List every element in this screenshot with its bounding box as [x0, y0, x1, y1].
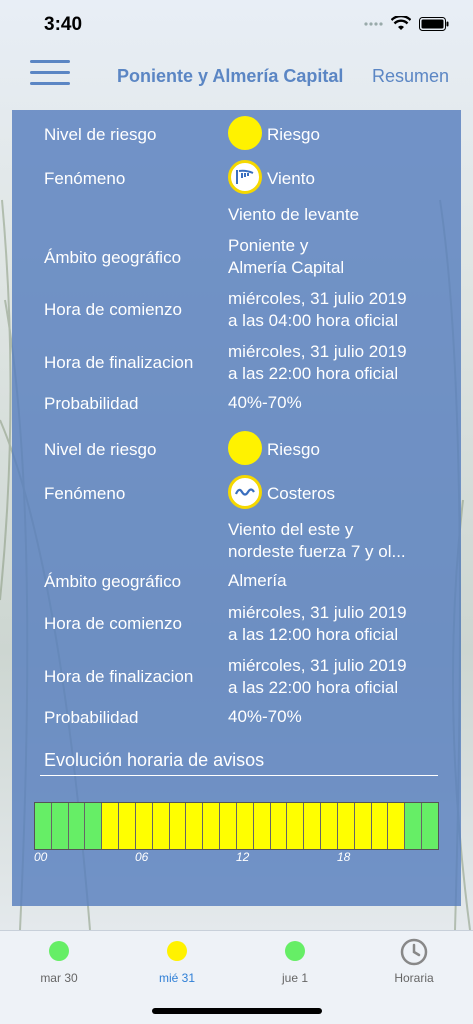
risk-dot-icon	[228, 116, 262, 150]
battery-icon	[419, 17, 449, 31]
wifi-icon	[391, 16, 411, 30]
end-value: miércoles, 31 julio 2019 a las 22:00 hor…	[228, 342, 407, 383]
tab-horaria[interactable]: Horaria	[355, 931, 473, 991]
hour-cell-22	[405, 803, 423, 849]
hour-cell-21	[388, 803, 406, 849]
hour-cell-7	[152, 803, 170, 849]
end-label: Hora de finalizacion	[44, 353, 194, 372]
end-value: miércoles, 31 julio 2019 a las 22:00 hor…	[228, 656, 407, 697]
hour-cell-1	[51, 803, 69, 849]
tab-jue-1[interactable]: jue 1	[236, 931, 354, 991]
risk-level-label: Nivel de riesgo	[44, 440, 157, 459]
status-bar: 3:40	[0, 0, 473, 50]
hour-cell-9	[186, 803, 204, 849]
hour-cell-11	[220, 803, 237, 849]
hour-cell-17	[321, 803, 338, 849]
page-title: Poniente y Almería Capital	[117, 66, 344, 86]
hour-cell-23	[422, 803, 438, 849]
start-label: Hora de comienzo	[44, 300, 182, 319]
tick-label: 18	[337, 850, 351, 864]
hour-cell-19	[354, 803, 372, 849]
probability-value: 40%-70%	[228, 707, 302, 726]
waves-icon	[228, 475, 262, 509]
risk-level-value: Riesgo	[267, 440, 320, 459]
start-value: miércoles, 31 julio 2019 a las 04:00 hor…	[228, 289, 407, 330]
tab-label: mar 30	[40, 971, 78, 985]
resumen-button[interactable]: Resumen	[372, 66, 449, 87]
risk-level-label: Nivel de riesgo	[44, 125, 157, 144]
phenomenon-label: Fenómeno	[44, 484, 126, 503]
hour-cell-12	[236, 803, 254, 849]
clock-icon	[400, 938, 428, 966]
probability-value: 40%-70%	[228, 393, 302, 412]
hour-cell-6	[135, 803, 153, 849]
phenomenon-value: Viento	[267, 169, 315, 188]
hour-cell-13	[253, 803, 271, 849]
probability-label: Probabilidad	[44, 708, 139, 727]
area-label: Ámbito geográfico	[44, 248, 182, 267]
tick-label: 12	[236, 850, 250, 864]
hour-cell-16	[304, 803, 322, 849]
hour-cell-15	[287, 803, 305, 849]
area-value: Almería	[228, 571, 287, 590]
phenomenon-value: Costeros	[267, 484, 336, 503]
hour-cell-3	[85, 803, 103, 849]
warnings-panel: Nivel de riesgo Riesgo Fenómeno Viento V…	[12, 110, 461, 906]
green-dot-icon	[285, 941, 305, 961]
nav-bar: Poniente y Almería Capital Resumen	[0, 50, 473, 106]
hour-cell-14	[270, 803, 288, 849]
area-value: Poniente y Almería Capital	[228, 236, 345, 277]
start-label: Hora de comienzo	[44, 614, 182, 633]
start-value: miércoles, 31 julio 2019 a las 12:00 hor…	[228, 603, 407, 644]
hour-cell-20	[371, 803, 389, 849]
signal-icon	[364, 22, 383, 26]
status-icons	[363, 16, 449, 32]
tab-mie-31[interactable]: mié 31	[118, 931, 236, 991]
risk-level-value: Riesgo	[267, 125, 320, 144]
tab-mar-30[interactable]: mar 30	[0, 931, 118, 991]
tick-label: 06	[135, 850, 149, 864]
hour-cell-8	[169, 803, 187, 849]
yellow-dot-icon	[167, 941, 187, 961]
tab-label: jue 1	[281, 971, 309, 985]
probability-label: Probabilidad	[44, 394, 139, 413]
warning-description: Viento del este y nordeste fuerza 7 y ol…	[228, 520, 406, 561]
risk-dot-icon	[228, 431, 262, 465]
end-label: Hora de finalizacion	[44, 667, 194, 686]
timeline-title: Evolución horaria de avisos	[44, 750, 265, 770]
hourly-timeline	[34, 802, 439, 850]
hour-cell-0	[35, 803, 52, 849]
hour-cell-10	[203, 803, 221, 849]
tab-label: mié 31	[158, 971, 196, 985]
hour-cell-5	[119, 803, 136, 849]
hour-cell-2	[68, 803, 86, 849]
home-indicator	[152, 1008, 322, 1014]
green-dot-icon	[49, 941, 69, 961]
phenomenon-label: Fenómeno	[44, 169, 126, 188]
status-time: 3:40	[44, 14, 83, 35]
divider	[40, 775, 438, 776]
area-label: Ámbito geográfico	[44, 572, 182, 591]
hour-cell-4	[102, 803, 120, 849]
tick-label: 00	[34, 850, 48, 864]
hamburger-menu-icon[interactable]	[30, 60, 70, 90]
warning-description: Viento de levante	[228, 205, 360, 224]
wind-icon	[228, 160, 262, 194]
hour-cell-18	[337, 803, 355, 849]
tab-label: Horaria	[394, 971, 434, 985]
